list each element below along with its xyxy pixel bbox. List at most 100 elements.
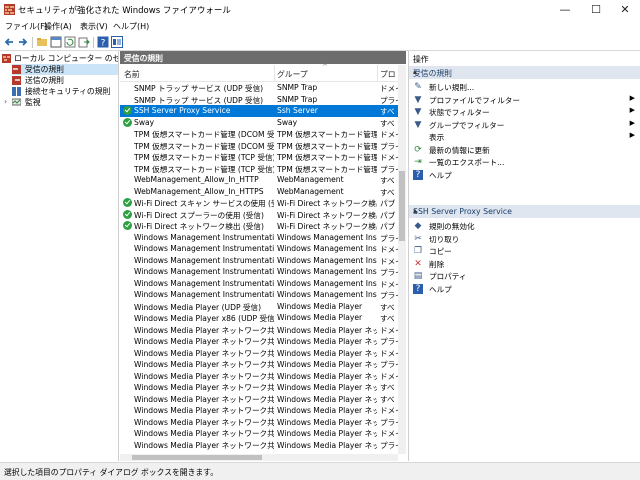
rule-row[interactable]: Windows Management Instrumentation (...W… — [120, 266, 398, 278]
tree-item-label: 受信の規則 — [25, 65, 64, 74]
section-header-inbound-rules[interactable]: 受信の規則 ▴ — [409, 66, 640, 79]
column-header-group[interactable]: グループ — [277, 69, 308, 80]
rule-row[interactable]: Windows Media Player ネットワーク共有サ...Windows… — [120, 427, 398, 439]
rule-row[interactable]: Windows Management Instrumentation (...W… — [120, 255, 398, 267]
rule-row[interactable]: Windows Media Player ネットワーク共有サ...Windows… — [120, 439, 398, 451]
rule-row[interactable]: TPM 仮想スマートカード管理 (TCP 受信) TPM 仮想スマートカード管理プ… — [120, 163, 398, 175]
action-label: 切り取り — [429, 234, 460, 244]
action-label: 規則の無効化 — [429, 222, 475, 231]
rule-name: Windows Management Instrumentation (... — [134, 232, 274, 242]
rule-row[interactable]: Windows Media Player x86 (UDP 受信) Windows… — [120, 312, 398, 324]
rule-row[interactable]: Windows Management Instrumentation (...W… — [120, 289, 398, 301]
action-new-rule[interactable]: ✎ 新しい規則... — [409, 81, 640, 93]
action-refresh[interactable]: ⟳ 最新の情報に更新 — [409, 144, 640, 156]
rule-name: Windows Media Player ネットワーク共有サ... — [134, 429, 274, 438]
rule-row[interactable]: SSH Server Proxy Service Ssh Server すべ — [120, 105, 398, 117]
menu-action[interactable]: 操作(A) — [44, 21, 72, 32]
rule-row[interactable]: Windows Media Player ネットワーク共有サ...Windows… — [120, 404, 398, 416]
rule-profile: ドメイ — [380, 429, 398, 438]
rule-name: TPM 仮想スマートカード管理 (TCP 受信) — [134, 153, 274, 162]
back-arrow-icon[interactable] — [3, 36, 15, 48]
action-copy[interactable]: ❐ コピー — [409, 245, 640, 257]
rule-row[interactable]: Wi-Fi Direct ネットワーク検出 (受信) Wi-Fi Direct ネ… — [120, 220, 398, 232]
export-icon[interactable] — [78, 36, 90, 48]
svg-text:?: ? — [101, 39, 106, 49]
action-filter[interactable]: ▼ プロファイルでフィルター ▶ — [409, 94, 640, 106]
enabled-check-icon — [123, 106, 132, 115]
rule-profile: ドメイ — [380, 245, 398, 254]
minimize-button[interactable]: — — [550, 0, 580, 20]
action-filter[interactable]: ▼ グループでフィルター ▶ — [409, 119, 640, 131]
maximize-button[interactable]: ☐ — [581, 0, 611, 20]
menu-view[interactable]: 表示(V) — [80, 21, 108, 32]
rule-group: Wi-Fi Direct ネットワーク検出 — [277, 222, 377, 231]
column-divider[interactable] — [377, 65, 378, 81]
rule-group: Windows Media Player ネット... — [277, 429, 377, 438]
rule-group: Ssh Server — [277, 106, 318, 115]
rule-row[interactable]: SNMP トラップ サービス (UDP 受信) SNMP Trap プライ — [120, 94, 398, 106]
column-divider[interactable] — [274, 65, 275, 81]
rule-row[interactable]: Windows Media Player ネットワーク共有サ...Windows… — [120, 381, 398, 393]
rule-row[interactable]: Windows Media Player ネットワーク共有サ...Windows… — [120, 324, 398, 336]
folder-up-icon[interactable] — [36, 36, 48, 48]
rule-row[interactable]: Sway Sway すべ — [120, 117, 398, 129]
column-header-name[interactable]: 名前 — [124, 69, 140, 80]
chevron-right-icon[interactable]: › — [4, 97, 7, 106]
action-help[interactable]: ? ヘルプ — [409, 283, 640, 295]
action-cut[interactable]: ✂ 切り取り — [409, 233, 640, 245]
action-disable-rule[interactable]: ◆ 規則の無効化 — [409, 220, 640, 232]
actions-title: 操作 — [413, 55, 429, 64]
rule-row[interactable]: Windows Media Player ネットワーク共有サ...Windows… — [120, 393, 398, 405]
rule-profile: パブ — [380, 199, 396, 208]
collapse-icon[interactable]: ▴ — [413, 67, 635, 76]
horizontal-scroll-thumb[interactable] — [132, 455, 262, 460]
rule-row[interactable]: Windows Media Player ネットワーク共有サ...Windows… — [120, 416, 398, 428]
rule-row[interactable]: Windows Media Player (UDP 受信) Windows Med… — [120, 301, 398, 313]
section-header-selected-rule[interactable]: SSH Server Proxy Service ▴ — [409, 205, 640, 218]
disable-rule-icon: ◆ — [414, 221, 422, 231]
pane-header: 受信の規則 — [120, 51, 406, 64]
action-help[interactable]: ? ヘルプ — [409, 169, 640, 181]
refresh-icon: ⟳ — [414, 144, 422, 155]
properties-icon[interactable] — [50, 36, 62, 48]
rule-row[interactable]: Windows Media Player ネットワーク共有サ...Windows… — [120, 347, 398, 359]
rule-name: WebManagement_Allow_In_HTTP — [134, 175, 259, 184]
forward-arrow-icon[interactable] — [17, 36, 29, 48]
close-button[interactable]: ✕ — [610, 0, 640, 20]
rule-profile: すべ — [380, 383, 395, 392]
action-view[interactable]: 表示 ▶ — [409, 131, 640, 143]
rule-row[interactable]: SNMP トラップ サービス (UDP 受信) SNMP Trap ドメイ — [120, 82, 398, 94]
action-filter[interactable]: ▼ 状態でフィルター ▶ — [409, 106, 640, 118]
rule-name: Windows Management Instrumentation (... — [134, 267, 274, 276]
refresh-icon[interactable] — [64, 36, 76, 48]
action-properties[interactable]: ▤ プロパティ — [409, 270, 640, 282]
column-header-profile[interactable]: プロ — [380, 69, 396, 80]
monitoring-icon — [12, 98, 21, 106]
rule-row[interactable]: Windows Management Instrumentation (...W… — [120, 243, 398, 255]
rule-name: Windows Media Player ネットワーク共有サ... — [134, 325, 274, 335]
rule-row[interactable]: WebManagement_Allow_In_HTTP WebManagement… — [120, 174, 398, 186]
collapse-icon[interactable]: ▴ — [413, 206, 635, 215]
rule-row[interactable]: Windows Media Player ネットワーク共有サ...Windows… — [120, 335, 398, 347]
mmc-icon[interactable] — [111, 36, 123, 48]
rule-row[interactable]: Windows Management Instrumentation (...W… — [120, 232, 398, 244]
rule-row[interactable]: Windows Media Player ネットワーク共有サ...Windows… — [120, 358, 398, 370]
rule-row[interactable]: TPM 仮想スマートカード管理 (DCOM 受信) TPM 仮想スマートカード管理… — [120, 128, 398, 140]
rule-row[interactable]: TPM 仮想スマートカード管理 (TCP 受信) TPM 仮想スマートカード管理ド… — [120, 151, 398, 163]
rule-name: Windows Media Player x86 (UDP 受信) — [134, 314, 274, 323]
rule-row[interactable]: Wi-Fi Direct スキャン サービスの使用 (受信) Wi-Fi Dire… — [120, 197, 398, 209]
help-icon[interactable]: ? — [97, 36, 109, 48]
rule-row[interactable]: TPM 仮想スマートカード管理 (DCOM 受信) TPM 仮想スマートカード管理… — [120, 140, 398, 152]
tree-item-inbound-rules[interactable]: 受信の規則 — [12, 64, 118, 75]
rule-row[interactable]: Windows Media Player ネットワーク共有サ...Windows… — [120, 370, 398, 382]
rule-row[interactable]: WebManagement_Allow_In_HTTPS WebManagemen… — [120, 186, 398, 198]
menu-file[interactable]: ファイル(F) — [5, 21, 48, 32]
vertical-scrollbar[interactable] — [398, 65, 406, 454]
menu-help[interactable]: ヘルプ(H) — [113, 21, 149, 32]
rule-row[interactable]: Wi-Fi Direct スプーラーの使用 (受信) Wi-Fi Direct ネ… — [120, 209, 398, 221]
rule-profile: すべ — [380, 314, 395, 323]
action-delete[interactable]: ✕ 削除 — [409, 258, 640, 270]
rule-row[interactable]: Windows Management Instrumentation (...W… — [120, 278, 398, 290]
action-export[interactable]: ⇥ 一覧のエクスポート... — [409, 156, 640, 168]
vertical-scroll-thumb[interactable] — [399, 171, 405, 241]
